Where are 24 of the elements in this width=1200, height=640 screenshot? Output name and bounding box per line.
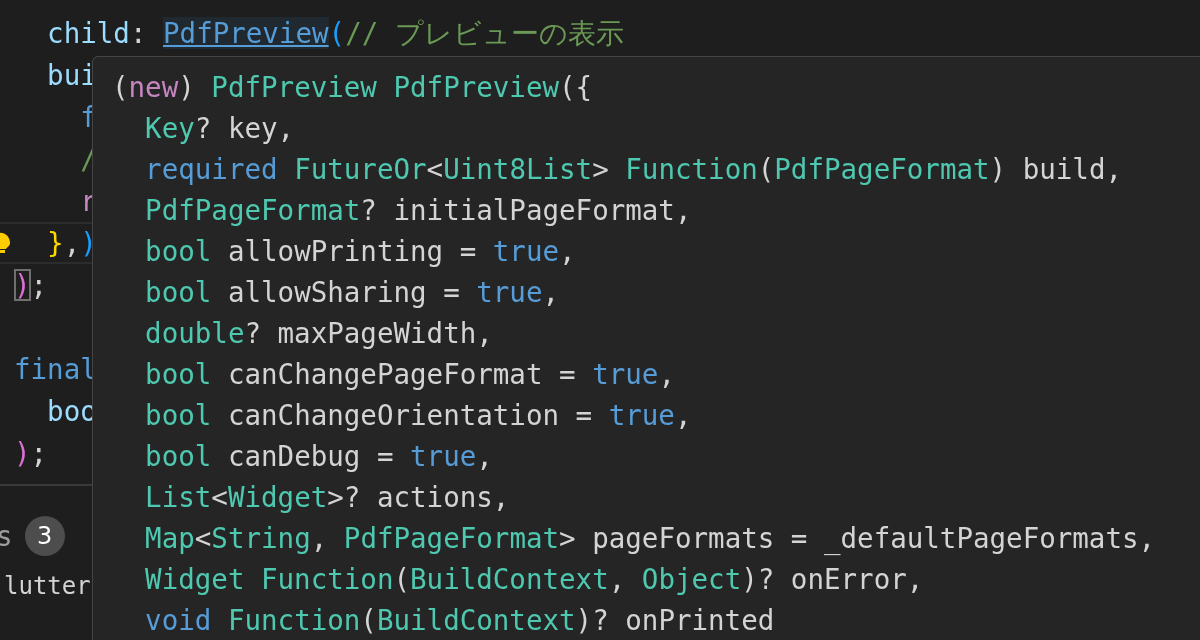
signature-line: Map<String, PdfPageFormat> pageFormats = _defaultPageFormats, bbox=[144, 522, 1156, 554]
signature-line: PdfPageFormat? initialPageFormat, bbox=[144, 194, 692, 226]
signature-line: bool canChangeOrientation = true, bbox=[144, 399, 692, 431]
output-text: lutter bbox=[3, 572, 91, 600]
signature-line: bool allowSharing = true, bbox=[144, 276, 560, 308]
code-line: final bbox=[14, 353, 97, 385]
signature-line: bool canDebug = true, bbox=[144, 440, 493, 472]
signature-line: Widget Function(BuildContext, Object)? onError, bbox=[144, 563, 924, 595]
signature-line: required FutureOr<Uint8List> Function(PdfPageFormat) build, bbox=[144, 153, 1122, 185]
signature-line: List<Widget>? actions, bbox=[144, 481, 510, 513]
code-link[interactable]: PdfPreview bbox=[163, 17, 329, 49]
code-line: ); bbox=[14, 437, 48, 469]
signature-line: Key? key, bbox=[144, 112, 295, 144]
code-line: },) bbox=[46, 227, 97, 259]
signature-line: (new) PdfPreview PdfPreview({ bbox=[112, 71, 593, 103]
code-line: child: PdfPreview(// プレビューの表示 bbox=[46, 17, 624, 49]
code-line: ); bbox=[14, 269, 48, 301]
signature-line: bool canChangePageFormat = true, bbox=[144, 358, 675, 390]
code-line: bui bbox=[46, 59, 97, 91]
count-badge: 3 bbox=[24, 516, 65, 556]
signature-line: void Function(BuildContext)? onPrinted bbox=[144, 604, 775, 636]
signature-line: bool allowPrinting = true, bbox=[144, 235, 576, 267]
lightbulb-icon[interactable] bbox=[0, 231, 10, 255]
signature-line: double? maxPageWidth, bbox=[144, 317, 493, 349]
